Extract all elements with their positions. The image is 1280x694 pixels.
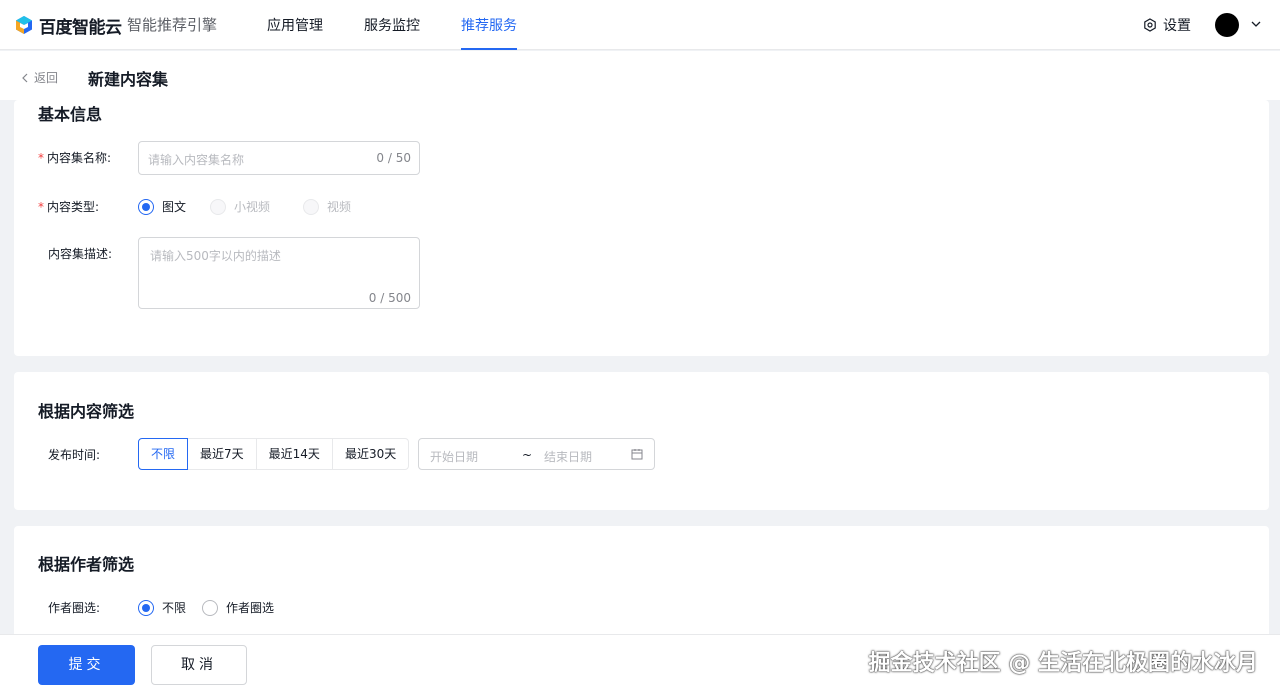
nav-item-app-management[interactable]: 应用管理 (267, 15, 323, 35)
radio-author-unlimited[interactable]: 不限 (138, 599, 186, 616)
date-separator: ~ (522, 448, 533, 462)
cancel-button[interactable]: 取消 (151, 645, 247, 685)
content-type-label: * 内容类型: (38, 200, 100, 214)
calendar-icon (631, 449, 643, 460)
content-set-desc-label: 内容集描述: (48, 247, 113, 261)
content-set-name-input[interactable]: 请输入内容集名称 0 / 50 (138, 141, 420, 175)
required-mark: * (38, 200, 44, 214)
basic-info-card: 基本信息 (14, 100, 1269, 356)
radio-icon (210, 198, 226, 215)
radio-type-image-text[interactable]: 图文 (138, 198, 186, 215)
publish-time-label: 发布时间: (48, 448, 101, 462)
time-option-unlimited[interactable]: 不限 (138, 438, 189, 470)
chevron-left-icon (22, 73, 28, 82)
radio-type-video[interactable]: 视频 (303, 198, 351, 215)
section-title-basic-info: 基本信息 (38, 105, 103, 124)
publish-time-segmented: 不限 最近7天 最近14天 最近30天 (138, 438, 410, 470)
nav-item-recommend-service[interactable]: 推荐服务 (461, 15, 517, 35)
radio-icon (303, 198, 319, 215)
nav-item-service-monitoring[interactable]: 服务监控 (364, 15, 420, 35)
time-option-7-days[interactable]: 最近7天 (187, 438, 257, 470)
settings-label: 设置 (1163, 18, 1191, 34)
radio-icon (138, 198, 154, 215)
radio-author-select[interactable]: 作者圈选 (202, 599, 274, 616)
content-set-name-label: * 内容集名称: (38, 151, 112, 165)
chevron-down-icon[interactable] (1250, 18, 1262, 30)
baidu-cloud-logo-icon (14, 15, 34, 35)
watermark-text: 掘金技术社区 @ 生活在北极圈的水冰月 (868, 651, 1258, 676)
author-filter-card: 根据作者筛选 (14, 526, 1269, 646)
radio-icon (138, 599, 154, 616)
time-option-14-days[interactable]: 最近14天 (255, 438, 333, 470)
logo-text: 百度智能云 (39, 17, 122, 38)
time-option-30-days[interactable]: 最近30天 (331, 438, 410, 470)
form-footer: 提交 取消 掘金技术社区 @ 生活在北极圈的水冰月 (0, 634, 1280, 694)
page-title: 新建内容集 (88, 70, 169, 89)
date-range-picker[interactable]: 开始日期 ~ 结束日期 (418, 438, 655, 470)
char-counter: 0 / 500 (368, 291, 411, 305)
product-name: 智能推荐引擎 (127, 16, 218, 34)
section-title-content-filter: 根据内容筛选 (38, 402, 135, 421)
char-counter: 0 / 50 (376, 151, 411, 165)
brand-logo[interactable]: 百度智能云 (14, 12, 122, 38)
radio-type-short-video[interactable]: 小视频 (210, 198, 270, 215)
top-nav: 百度智能云 智能推荐引擎 应用管理 服务监控 推荐服务 设置 (0, 0, 1280, 50)
back-label: 返回 (34, 71, 59, 85)
section-title-author-filter: 根据作者筛选 (38, 555, 135, 574)
gear-icon (1144, 18, 1156, 32)
content-set-desc-textarea[interactable]: 请输入500字以内的描述 0 / 500 (138, 237, 420, 309)
nav-active-indicator (461, 48, 517, 50)
radio-icon (202, 599, 218, 616)
page-header: 返回 新建内容集 (0, 51, 1280, 100)
avatar[interactable] (1215, 13, 1239, 37)
start-date-placeholder: 开始日期 (430, 450, 479, 464)
settings-button[interactable]: 设置 (1143, 15, 1191, 35)
submit-button[interactable]: 提交 (38, 645, 135, 685)
back-link[interactable]: 返回 (20, 69, 58, 86)
author-select-label: 作者圈选: (48, 601, 101, 615)
input-placeholder: 请输入内容集名称 (148, 153, 245, 167)
end-date-placeholder: 结束日期 (544, 450, 593, 464)
textarea-placeholder: 请输入500字以内的描述 (150, 249, 281, 263)
required-mark: * (38, 151, 44, 165)
